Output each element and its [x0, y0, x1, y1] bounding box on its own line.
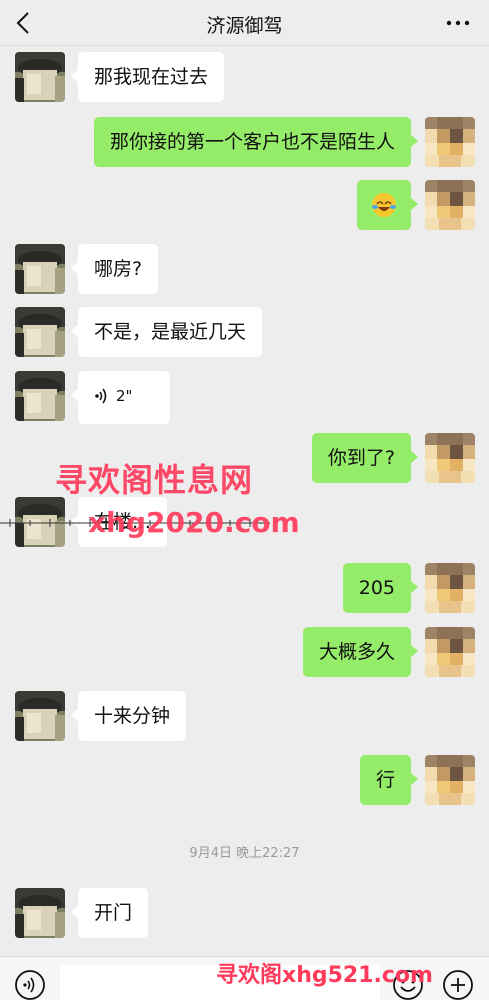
avatar[interactable] — [425, 433, 475, 483]
message-bubble[interactable]: 你到了? — [311, 433, 419, 483]
avatar[interactable] — [425, 627, 475, 677]
voice-wave-icon — [95, 388, 107, 404]
avatar[interactable] — [425, 755, 475, 805]
nav-bar: 济源御驾 — [0, 0, 489, 46]
more-dots-icon[interactable] — [443, 8, 473, 38]
avatar[interactable] — [15, 244, 65, 294]
message-bubble[interactable]: 十来分钟 — [70, 691, 187, 741]
avatar[interactable] — [15, 371, 65, 421]
avatar[interactable] — [15, 888, 65, 938]
message-bubble[interactable]: 不是，是最近几天 — [70, 307, 263, 357]
voice-message-bubble[interactable]: 2" — [71, 371, 170, 424]
message-bubble[interactable]: 大概多久 — [302, 627, 419, 677]
avatar[interactable] — [425, 180, 475, 230]
message-bubble[interactable]: 行 — [359, 755, 419, 805]
message-bubble[interactable] — [357, 180, 418, 230]
message-bubble[interactable]: 哪房? — [70, 244, 159, 294]
avatar[interactable] — [15, 691, 65, 741]
watermark-text: xhg2020.com — [88, 506, 300, 539]
watermark-text: 寻欢阁xhg521.com — [216, 963, 433, 988]
message-bubble[interactable]: 那你接的第一个客户也不是陌生人 — [93, 117, 419, 167]
chat-title: 济源御驾 — [206, 15, 283, 37]
laughing-crying-emoji — [372, 193, 396, 217]
chat-timestamp: 9月4日 晚上22:27 — [189, 846, 300, 861]
avatar[interactable] — [425, 117, 475, 167]
message-bubble[interactable]: 那我现在过去 — [70, 52, 225, 102]
voice-duration: 2" — [116, 387, 133, 405]
avatar[interactable] — [15, 307, 65, 357]
avatar[interactable] — [15, 52, 65, 102]
message-bubble[interactable]: 开门 — [70, 888, 149, 938]
watermark-text: 寻欢阁性息网 — [55, 461, 254, 499]
plus-icon[interactable] — [442, 969, 474, 1000]
avatar[interactable] — [425, 563, 475, 613]
message-bubble[interactable]: 205 — [342, 563, 419, 613]
voice-icon[interactable] — [14, 969, 46, 1000]
